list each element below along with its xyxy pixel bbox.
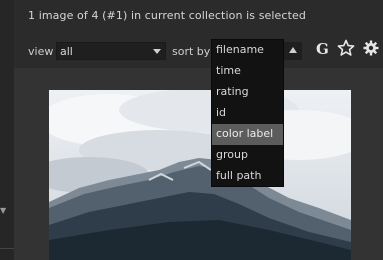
sort-option-time[interactable]: time [212, 61, 283, 82]
sort-option-full-path[interactable]: full path [212, 166, 283, 187]
expand-panel-arrow-icon[interactable]: ▼ [0, 206, 8, 216]
mountain-photo [49, 90, 351, 260]
star-icon[interactable] [337, 39, 355, 57]
view-select-value: all [60, 45, 73, 58]
selection-status-text: 1 image of 4 (#1) in current collection … [28, 9, 306, 22]
filter-bar: view all sort by G [14, 36, 383, 68]
sort-direction-button[interactable] [284, 42, 302, 60]
left-side-panel [0, 0, 14, 260]
sort-ascending-icon [289, 47, 297, 53]
sort-by-dropdown-menu[interactable]: filename time rating id color label grou… [211, 39, 284, 187]
panel-divider [0, 248, 14, 249]
lighttable-viewport [14, 68, 383, 260]
grouping-icon[interactable]: G [316, 40, 329, 58]
sort-option-id[interactable]: id [212, 103, 283, 124]
gear-icon[interactable] [363, 40, 379, 56]
view-select[interactable]: all [56, 42, 166, 60]
view-label: view [28, 45, 54, 58]
chevron-down-icon [153, 49, 161, 54]
sort-option-color-label[interactable]: color label [212, 124, 283, 145]
sort-option-filename[interactable]: filename [212, 40, 283, 61]
image-thumbnail[interactable] [49, 90, 351, 260]
sort-by-label: sort by [172, 45, 211, 58]
sort-option-group[interactable]: group [212, 145, 283, 166]
sort-option-rating[interactable]: rating [212, 82, 283, 103]
